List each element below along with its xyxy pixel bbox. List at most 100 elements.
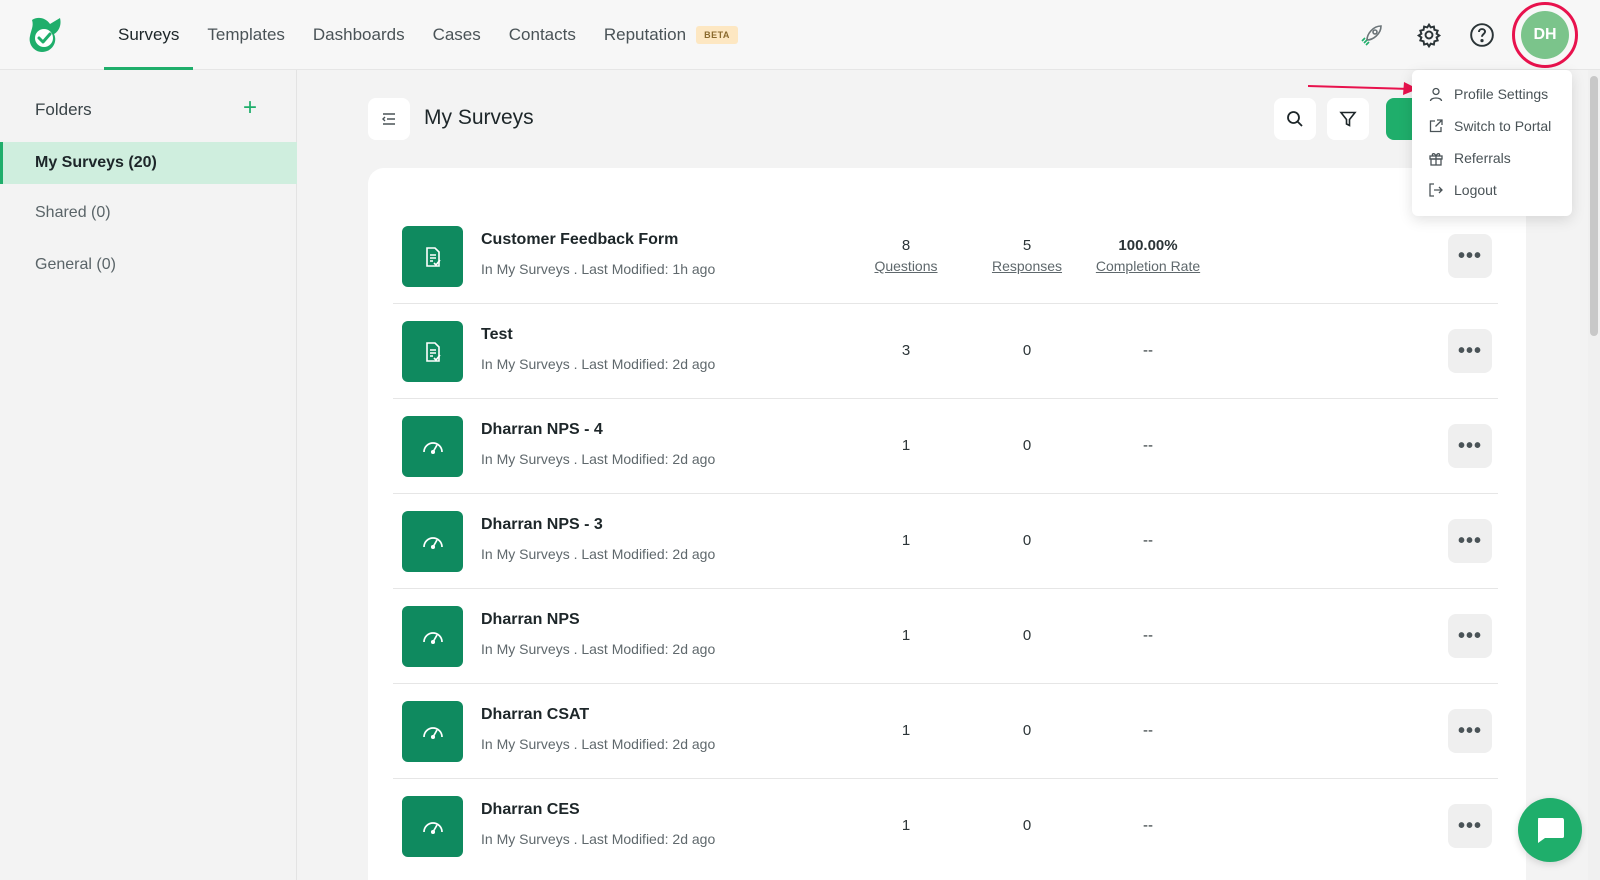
- gauge-icon: [402, 701, 463, 762]
- nav-contacts[interactable]: Contacts: [495, 0, 590, 70]
- survey-name[interactable]: Customer Feedback Form: [481, 231, 678, 249]
- table-row[interactable]: Dharran NPS - 3 In My Surveys . Last Mod…: [393, 492, 1498, 589]
- survey-meta: In My Surveys . Last Modified: 1h ago: [481, 261, 716, 277]
- table-row[interactable]: Test In My Surveys . Last Modified: 2d a…: [393, 302, 1498, 399]
- menu-item-logout[interactable]: Logout: [1412, 174, 1572, 206]
- table-row[interactable]: Dharran NPS In My Surveys . Last Modifie…: [393, 587, 1498, 684]
- gift-icon: [1429, 153, 1443, 166]
- avatar[interactable]: DH: [1521, 11, 1569, 59]
- nav-dashboards[interactable]: Dashboards: [299, 0, 419, 70]
- completion-col: --: [1088, 492, 1208, 589]
- table-row[interactable]: Dharran CSAT In My Surveys . Last Modifi…: [393, 682, 1498, 779]
- more-options-button[interactable]: •••: [1448, 804, 1492, 848]
- beta-badge: BETA: [696, 26, 738, 44]
- completion-rate: --: [1143, 342, 1153, 359]
- gear-icon[interactable]: [1412, 18, 1446, 52]
- responses-count: 0: [1022, 532, 1032, 549]
- survey-name[interactable]: Dharran NPS - 4: [481, 421, 603, 439]
- user-icon: [1429, 87, 1443, 102]
- completion-rate: --: [1143, 437, 1153, 454]
- survey-meta: In My Surveys . Last Modified: 2d ago: [481, 736, 716, 752]
- folder-shared[interactable]: Shared (0): [0, 192, 297, 234]
- survey-meta: In My Surveys . Last Modified: 2d ago: [481, 641, 716, 657]
- nav-reputation-label: Reputation: [603, 25, 687, 44]
- menu-item-switch-to-portal[interactable]: Switch to Portal: [1412, 110, 1572, 142]
- nav-cases-label: Cases: [432, 25, 481, 44]
- menu-item-label: Referrals: [1454, 150, 1511, 166]
- help-icon[interactable]: [1465, 18, 1499, 52]
- more-options-button[interactable]: •••: [1448, 234, 1492, 278]
- app-logo-icon[interactable]: [24, 12, 70, 58]
- folder-label: General (0): [35, 256, 116, 273]
- more-options-button[interactable]: •••: [1448, 424, 1492, 468]
- menu-item-label: Switch to Portal: [1454, 118, 1552, 134]
- table-row[interactable]: Customer Feedback Form In My Surveys . L…: [393, 207, 1498, 304]
- nav-surveys[interactable]: Surveys: [104, 0, 194, 70]
- more-options-button[interactable]: •••: [1448, 614, 1492, 658]
- nav-templates[interactable]: Templates: [193, 0, 298, 70]
- menu-item-referrals[interactable]: Referrals: [1412, 142, 1572, 174]
- questions-count: 3: [901, 342, 911, 359]
- responses-label[interactable]: Responses: [992, 258, 1062, 274]
- survey-name[interactable]: Dharran NPS: [481, 611, 580, 629]
- responses-count: 0: [1022, 627, 1032, 644]
- completion-rate: --: [1143, 722, 1153, 739]
- filter-button[interactable]: [1327, 98, 1369, 140]
- survey-meta: In My Surveys . Last Modified: 2d ago: [481, 546, 716, 562]
- responses-col: 5 Responses: [967, 207, 1087, 304]
- survey-list: Customer Feedback Form In My Surveys . L…: [368, 168, 1526, 880]
- menu-item-label: Logout: [1454, 182, 1497, 198]
- responses-count: 0: [1022, 722, 1032, 739]
- table-row[interactable]: Dharran NPS - 4 In My Surveys . Last Mod…: [393, 397, 1498, 494]
- survey-meta: In My Surveys . Last Modified: 2d ago: [481, 831, 716, 847]
- more-options-button[interactable]: •••: [1448, 519, 1492, 563]
- survey-meta: In My Surveys . Last Modified: 2d ago: [481, 356, 716, 372]
- toggle-sidebar-button[interactable]: [368, 98, 410, 140]
- survey-name[interactable]: Dharran NPS - 3: [481, 516, 603, 534]
- folders-sidebar: Folders + My Surveys (20) Shared (0) Gen…: [0, 70, 297, 880]
- survey-name[interactable]: Dharran CES: [481, 801, 580, 819]
- table-row[interactable]: Dharran CES In My Surveys . Last Modifie…: [393, 777, 1498, 874]
- chat-widget-button[interactable]: [1518, 798, 1582, 862]
- responses-count: 5: [1022, 237, 1032, 254]
- completion-rate: --: [1143, 627, 1153, 644]
- responses-col: 0: [967, 302, 1087, 399]
- folder-my-surveys[interactable]: My Surveys (20): [0, 142, 297, 184]
- nav-reputation[interactable]: Reputation BETA: [590, 0, 752, 70]
- more-options-button[interactable]: •••: [1448, 329, 1492, 373]
- scrollbar-thumb[interactable]: [1590, 76, 1598, 336]
- logout-icon: [1429, 183, 1443, 197]
- nav-cases[interactable]: Cases: [419, 0, 495, 70]
- folders-heading: Folders: [35, 100, 92, 119]
- chat-icon: [1538, 818, 1564, 843]
- completion-label[interactable]: Completion Rate: [1096, 258, 1200, 274]
- folder-label: My Surveys (20): [35, 154, 157, 171]
- add-folder-button[interactable]: +: [243, 96, 257, 120]
- questions-label[interactable]: Questions: [874, 258, 937, 274]
- nav-contacts-label: Contacts: [508, 25, 576, 44]
- folder-general[interactable]: General (0): [0, 244, 297, 286]
- survey-name[interactable]: Test: [481, 326, 513, 344]
- completion-col: --: [1088, 397, 1208, 494]
- page-scrollbar[interactable]: [1588, 70, 1600, 880]
- menu-item-profile-settings[interactable]: Profile Settings: [1412, 78, 1572, 110]
- questions-count: 1: [901, 437, 911, 454]
- questions-count: 1: [901, 627, 911, 644]
- responses-count: 0: [1022, 437, 1032, 454]
- rocket-icon[interactable]: [1355, 18, 1389, 52]
- menu-item-label: Profile Settings: [1454, 86, 1549, 102]
- collapse-menu-icon: [382, 113, 395, 125]
- profile-dropdown-menu: Profile Settings Switch to Portal Referr…: [1412, 70, 1572, 216]
- more-options-button[interactable]: •••: [1448, 709, 1492, 753]
- questions-count: 1: [901, 817, 911, 834]
- questions-count: 1: [901, 532, 911, 549]
- survey-name[interactable]: Dharran CSAT: [481, 706, 589, 724]
- questions-col: 1: [846, 777, 966, 874]
- questions-col: 1: [846, 492, 966, 589]
- completion-col: --: [1088, 682, 1208, 779]
- completion-col: 100.00% Completion Rate: [1088, 207, 1208, 304]
- gauge-icon: [402, 796, 463, 857]
- nav-templates-label: Templates: [207, 25, 285, 44]
- gauge-icon: [402, 416, 463, 477]
- search-button[interactable]: [1274, 98, 1316, 140]
